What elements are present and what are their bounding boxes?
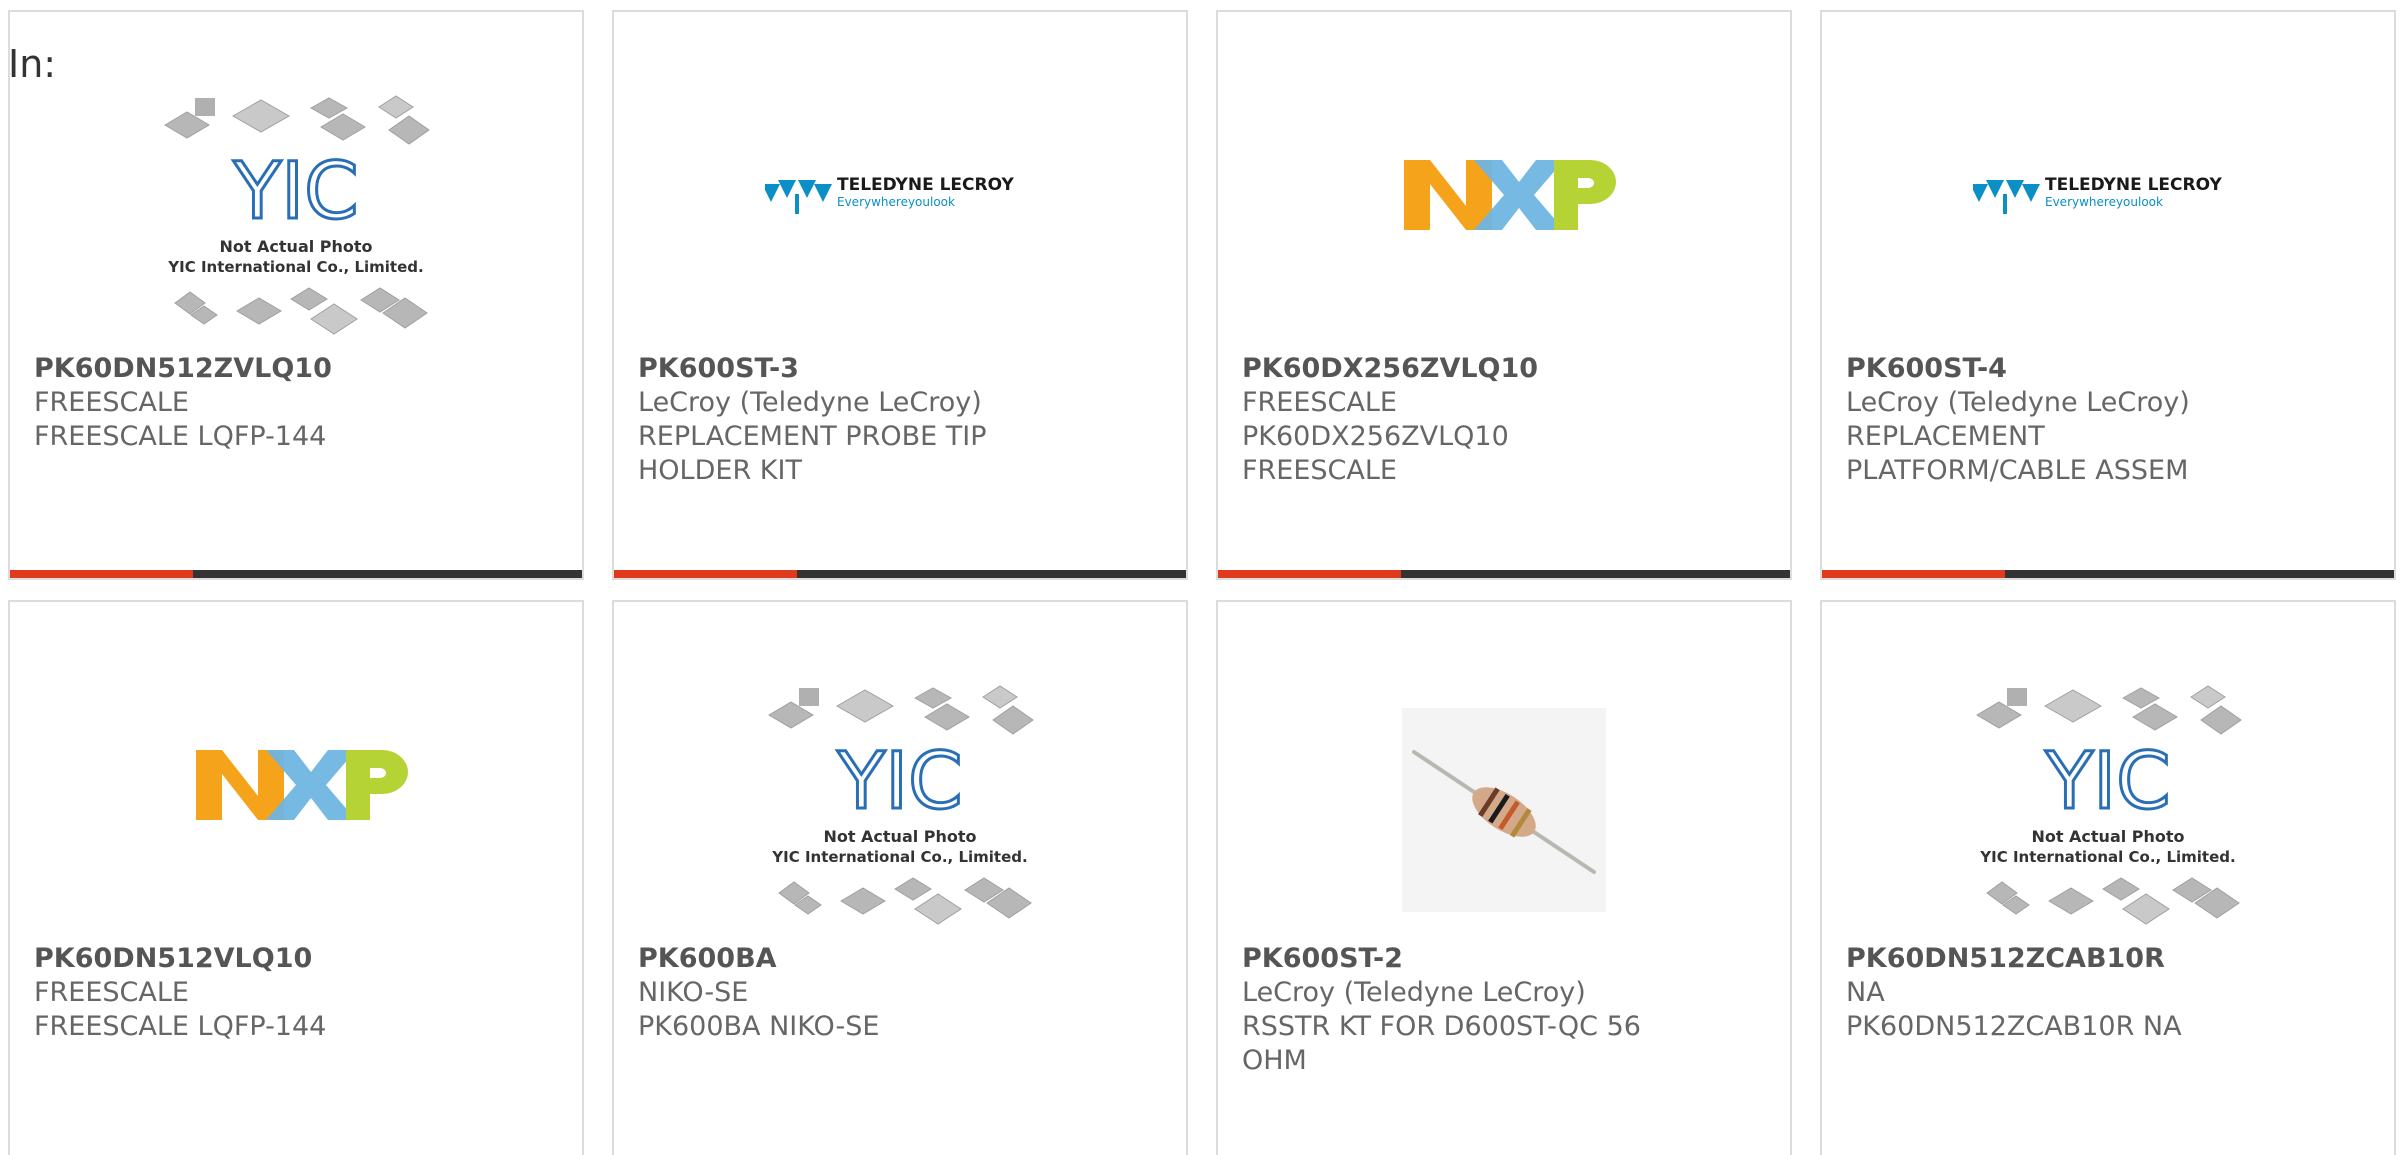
product-info: PK600BA NIKO-SE PK600BA NIKO-SE [638, 942, 1162, 1044]
manufacturer: NIKO-SE [638, 977, 749, 1008]
product-card[interactable]: YIC Not Actual Photo YIC International Co.… [612, 600, 1188, 1155]
product-image-teledyne-lecroy-logo: TELEDYNE LECROY Everywhereyoulook [765, 92, 1035, 352]
product-info: PK600ST-3 LeCroy (Teledyne LeCroy) REPLA… [638, 352, 1162, 488]
description: REPLACEMENT PLATFORM/CABLE ASSEM [1846, 421, 2189, 486]
description: FREESCALE LQFP-144 [34, 421, 327, 452]
product-card[interactable]: PK600ST-2 LeCroy (Teledyne LeCroy) RSSTR… [1216, 600, 1792, 1155]
part-number[interactable]: PK600BA [638, 942, 1162, 976]
product-info: PK60DX256ZVLQ10 FREESCALE PK60DX256ZVLQ1… [1242, 352, 1766, 488]
teledyne-logo-text: TELEDYNE LECROY [2045, 175, 2222, 195]
image-caption-line: Not Actual Photo [2031, 827, 2184, 846]
teledyne-logo-text: TELEDYNE LECROY [837, 175, 1014, 195]
card-bottom-bar [1822, 570, 2394, 578]
product-card[interactable]: YIC Not Actual Photo YIC International Co.… [1820, 600, 2396, 1155]
part-number[interactable]: PK600ST-2 [1242, 942, 1766, 976]
image-caption-line: Not Actual Photo [219, 237, 372, 256]
product-info: PK60DN512VLQ10 FREESCALE FREESCALE LQFP-… [34, 942, 558, 1044]
part-number[interactable]: PK600ST-4 [1846, 352, 2370, 386]
description: REPLACEMENT PROBE TIP HOLDER KIT [638, 421, 987, 486]
manufacturer: LeCroy (Teledyne LeCroy) [638, 387, 982, 418]
nxp-logo-icon [196, 750, 408, 820]
part-number[interactable]: PK60DX256ZVLQ10 [1242, 352, 1766, 386]
part-number[interactable]: PK60DN512ZVLQ10 [34, 352, 558, 386]
part-number[interactable]: PK600ST-3 [638, 352, 1162, 386]
product-image-resistor-photo [1369, 682, 1639, 942]
image-caption-line: YIC International Co., Limited. [771, 848, 1027, 866]
card-bottom-bar [1218, 570, 1790, 578]
product-grid-page: In: YIC Not Actual Photo YIC International… [0, 0, 2400, 1155]
part-number[interactable]: PK60DN512ZCAB10R [1846, 942, 2370, 976]
card-accent-bar [10, 570, 194, 578]
nxp-logo-icon [1404, 160, 1616, 230]
product-image-nxp-logo [161, 682, 431, 942]
yic-logo-text: YIC [2044, 737, 2170, 827]
manufacturer: FREESCALE [34, 387, 189, 418]
manufacturer: FREESCALE [1242, 387, 1397, 418]
product-info: PK600ST-4 LeCroy (Teledyne LeCroy) REPLA… [1846, 352, 2370, 488]
manufacturer: FREESCALE [34, 977, 189, 1008]
manufacturer: LeCroy (Teledyne LeCroy) [1846, 387, 2190, 418]
teledyne-tagline: Everywhereyoulook [2045, 195, 2163, 209]
yic-logo-text: YIC [836, 737, 962, 827]
card-accent-bar [1218, 570, 1402, 578]
product-card[interactable]: TELEDYNE LECROY Everywhereyoulook PK600ST… [612, 10, 1188, 580]
part-number[interactable]: PK60DN512VLQ10 [34, 942, 558, 976]
teledyne-tagline: Everywhereyoulook [837, 195, 955, 209]
product-info: PK600ST-2 LeCroy (Teledyne LeCroy) RSSTR… [1242, 942, 1766, 1078]
card-bottom-bar [10, 570, 582, 578]
image-caption-line: Not Actual Photo [823, 827, 976, 846]
product-image-yic-placeholder: YIC Not Actual Photo YIC International Co.… [1973, 682, 2243, 942]
in-label: In: [8, 42, 57, 86]
description: FREESCALE LQFP-144 [34, 1011, 327, 1042]
description: PK60DX256ZVLQ10 FREESCALE [1242, 421, 1509, 486]
description: PK60DN512ZCAB10R NA [1846, 1011, 2182, 1042]
yic-logo-text: YIC [232, 147, 358, 237]
product-card[interactable]: YIC Not Actual Photo YIC International Co.… [8, 10, 584, 580]
product-info: PK60DN512ZCAB10R NA PK60DN512ZCAB10R NA [1846, 942, 2370, 1044]
manufacturer: NA [1846, 977, 1885, 1008]
product-info: PK60DN512ZVLQ10 FREESCALE FREESCALE LQFP… [34, 352, 558, 454]
card-accent-bar [614, 570, 798, 578]
manufacturer: LeCroy (Teledyne LeCroy) [1242, 977, 1586, 1008]
product-image-teledyne-lecroy-logo: TELEDYNE LECROY Everywhereyoulook [1973, 92, 2243, 352]
product-image-nxp-logo [1369, 92, 1639, 352]
product-image-yic-placeholder: YIC Not Actual Photo YIC International Co.… [765, 682, 1035, 942]
product-card[interactable]: PK60DX256ZVLQ10 FREESCALE PK60DX256ZVLQ1… [1216, 10, 1792, 580]
resistor-icon [1402, 708, 1606, 912]
description: PK600BA NIKO-SE [638, 1011, 880, 1042]
image-caption-line: YIC International Co., Limited. [167, 258, 423, 276]
teledyne-icon [765, 180, 832, 214]
description: RSSTR KT FOR D600ST-QC 56 OHM [1242, 1011, 1641, 1076]
image-caption-line: YIC International Co., Limited. [1979, 848, 2235, 866]
product-image-yic-placeholder: YIC Not Actual Photo YIC International Co.… [161, 92, 431, 352]
product-card[interactable]: TELEDYNE LECROY Everywhereyoulook PK600ST… [1820, 10, 2396, 580]
teledyne-icon [1973, 180, 2040, 214]
card-accent-bar [1822, 570, 2006, 578]
card-bottom-bar [614, 570, 1186, 578]
product-card[interactable]: PK60DN512VLQ10 FREESCALE FREESCALE LQFP-… [8, 600, 584, 1155]
